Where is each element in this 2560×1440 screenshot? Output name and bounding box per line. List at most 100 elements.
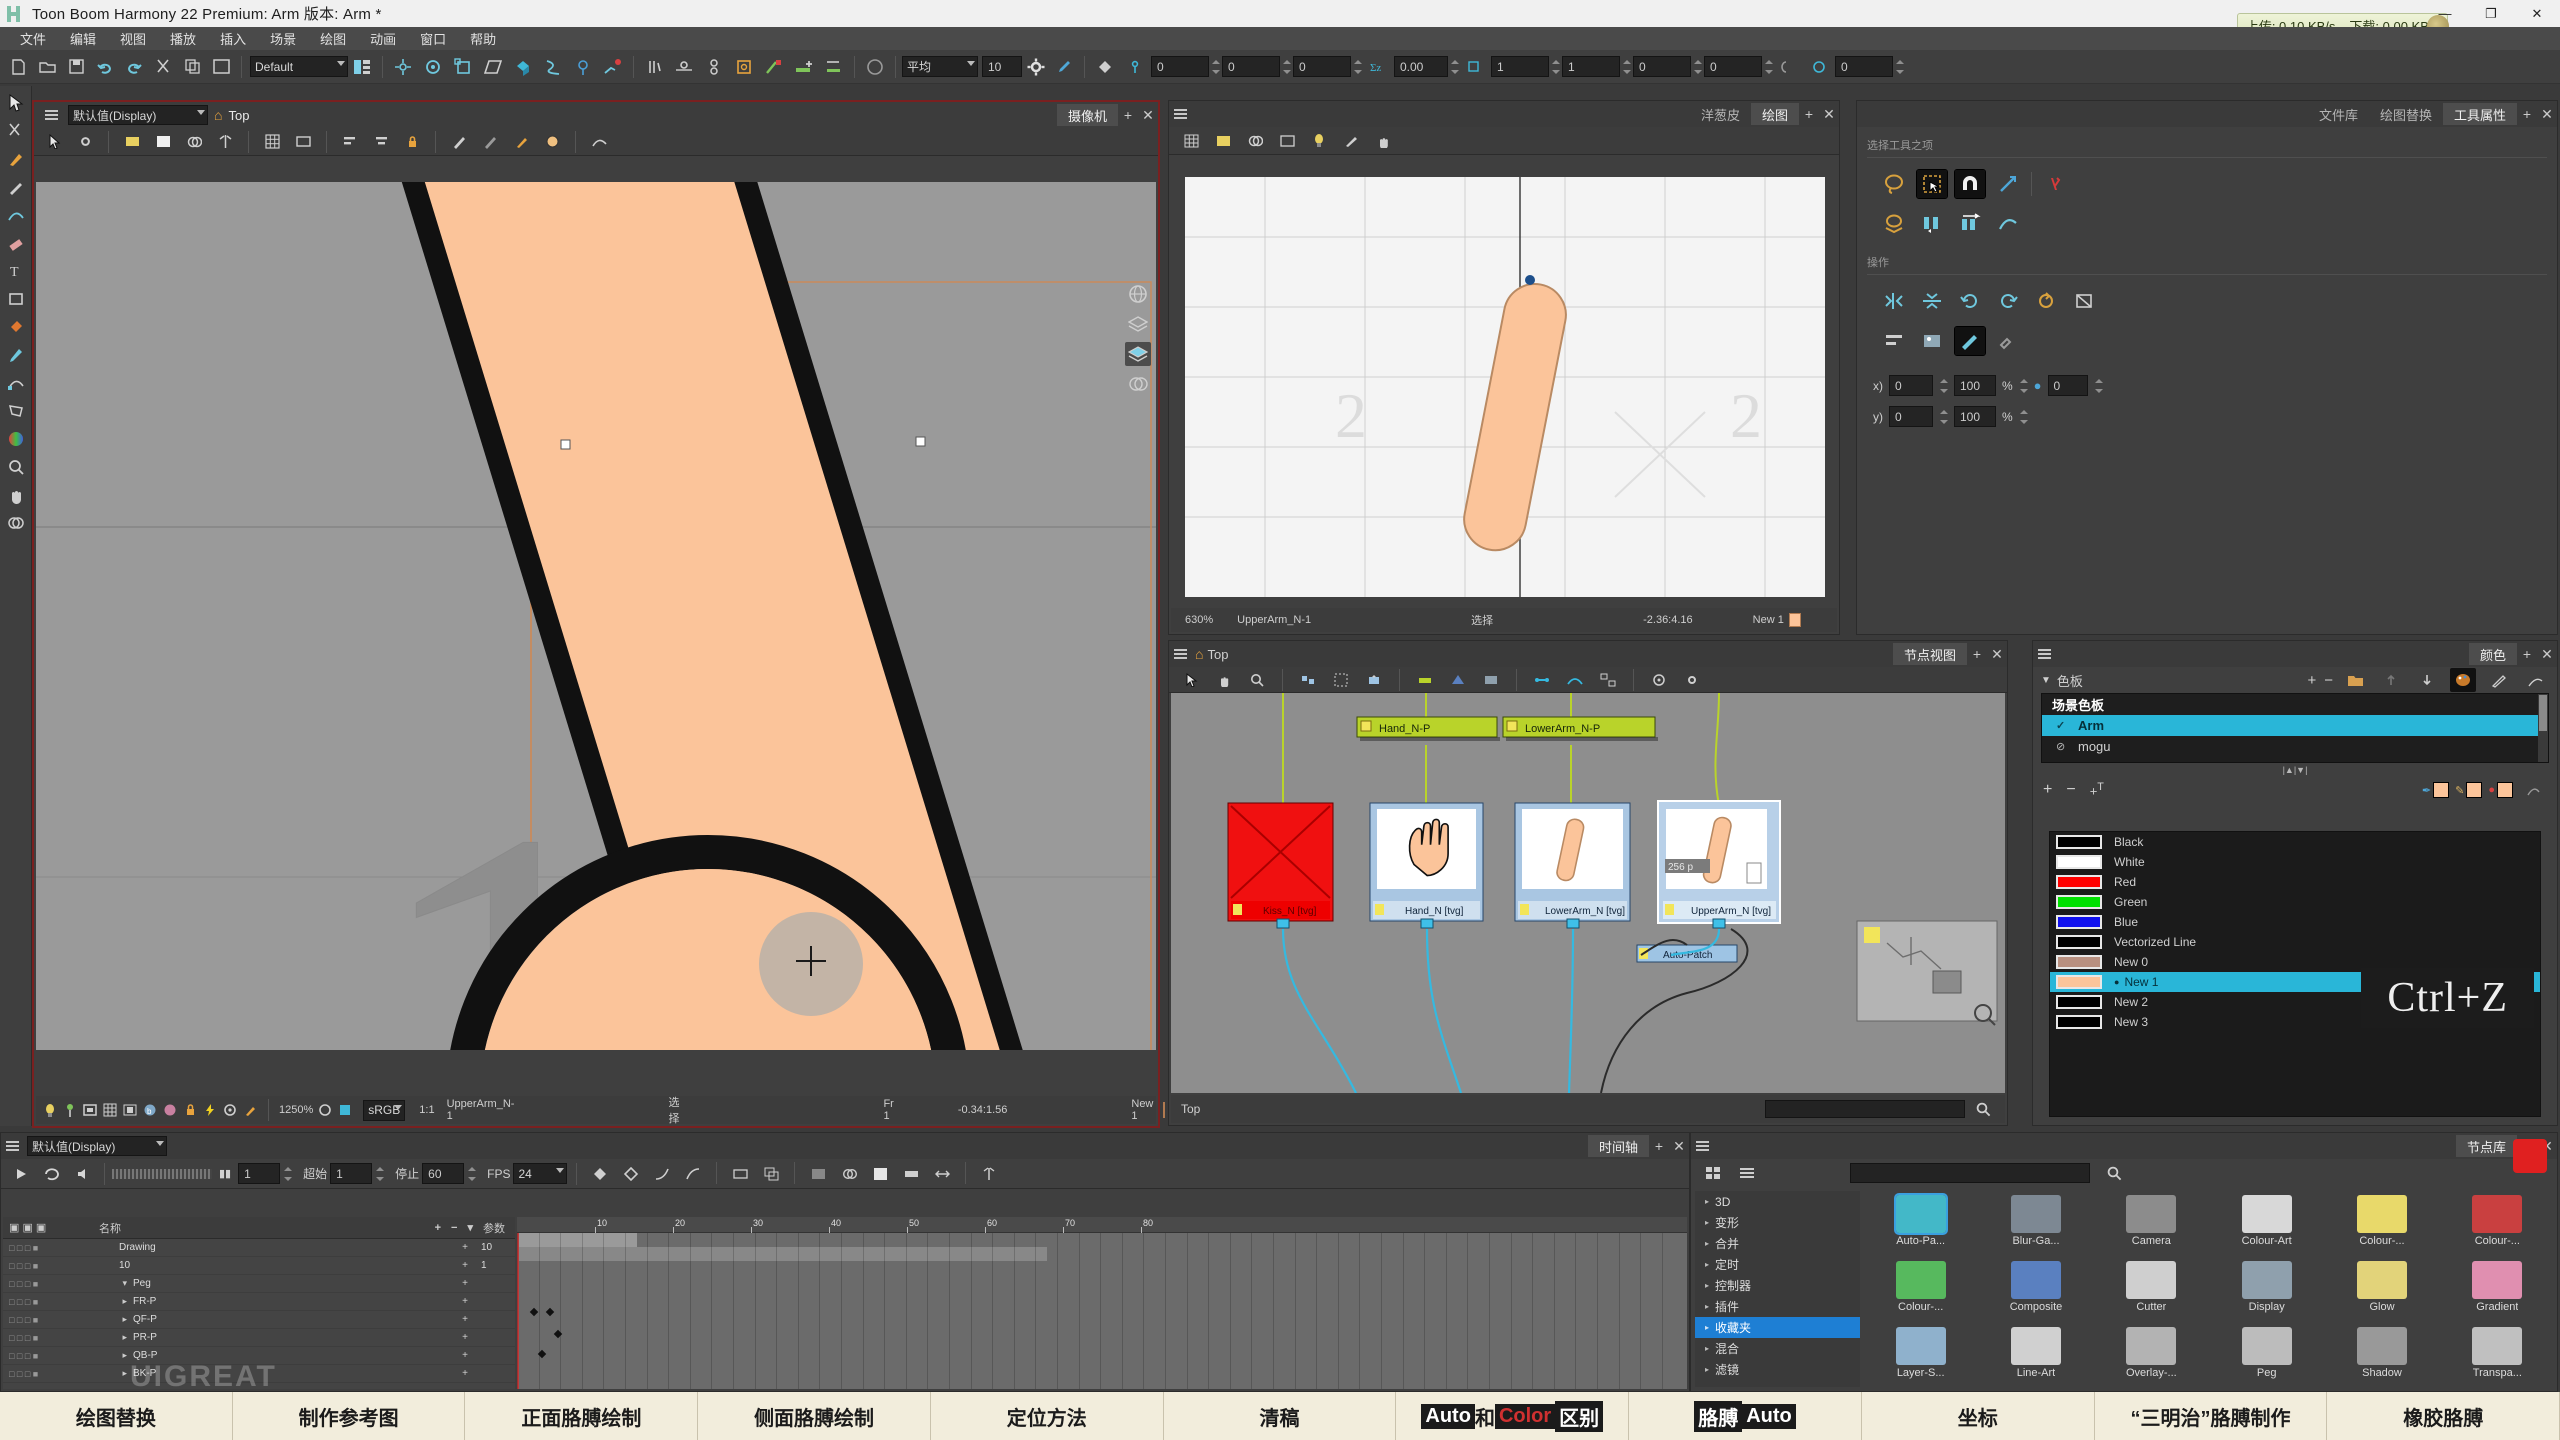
transform-spinner-1[interactable] (1282, 58, 1291, 76)
chapter-item-5[interactable]: 清稿 (1164, 1392, 1397, 1440)
rotate-ccw-icon[interactable] (1955, 287, 1985, 315)
sound-icon[interactable] (70, 1162, 96, 1186)
zoom-reset-icon[interactable] (338, 1098, 352, 1122)
align-icon[interactable] (1879, 327, 1909, 355)
ease-in-icon[interactable] (649, 1162, 675, 1186)
x-field[interactable]: 0 (1889, 375, 1933, 396)
select-icon[interactable] (1178, 668, 1204, 692)
snap-contour-icon[interactable] (1993, 170, 2023, 198)
grid-view-icon[interactable] (1700, 1161, 1726, 1185)
y-percent-field[interactable]: 100 (1954, 406, 1996, 427)
transform-field-last[interactable]: 0 (1835, 56, 1893, 77)
up-arrow-icon[interactable] (2378, 668, 2404, 692)
palette-icon[interactable] (2450, 668, 2476, 692)
menu-item-1[interactable]: 编辑 (58, 27, 108, 50)
rotation-icon[interactable] (1806, 55, 1832, 79)
rotate-free-icon[interactable] (2031, 287, 2061, 315)
pencil-tool-icon[interactable] (3, 174, 29, 200)
menu-item-5[interactable]: 场景 (258, 27, 308, 50)
tab-node-view[interactable]: 节点视图 (1892, 643, 1967, 665)
lock-icon[interactable] (183, 1100, 197, 1120)
add-view-button[interactable]: + (2517, 106, 2537, 122)
layer-add-param-button[interactable]: + (455, 1368, 475, 1379)
onion-icon[interactable] (181, 130, 207, 154)
lock-ratio-icon[interactable] (1776, 55, 1802, 79)
flip-vertical-icon[interactable] (1955, 210, 1985, 238)
node-library-item-4[interactable]: Colour-... (2326, 1191, 2437, 1255)
transform-spinner-3[interactable] (1450, 58, 1459, 76)
node-library-item-15[interactable]: Peg (2211, 1323, 2322, 1387)
search-icon[interactable] (1970, 1097, 1996, 1121)
colour-wheel-icon[interactable] (3, 426, 29, 452)
layer-toggles[interactable]: □ □ □ ■ (3, 1261, 99, 1271)
node-category-1[interactable]: ▸ 变形 (1695, 1212, 1860, 1233)
layer-add-param-button[interactable]: + (455, 1242, 475, 1253)
panel-menu-icon[interactable] (1691, 1136, 1713, 1156)
remove-palette-button[interactable]: − (2324, 672, 2333, 689)
add-text-colour-button[interactable]: +T (2090, 781, 2104, 798)
stop-field[interactable]: 60 (422, 1163, 465, 1184)
bounding-box-icon[interactable] (731, 55, 757, 79)
transform-icon[interactable] (450, 55, 476, 79)
layer-toggles[interactable]: □ □ □ ■ (3, 1315, 99, 1325)
3d-transform-icon[interactable] (510, 55, 536, 79)
panel-menu-icon[interactable] (2033, 644, 2055, 664)
remove-colour-button[interactable]: − (2066, 781, 2075, 799)
perspective-tool-icon[interactable] (3, 398, 29, 424)
hand-tool-icon[interactable] (3, 482, 29, 508)
close-view-button[interactable]: ✕ (1669, 1138, 1689, 1155)
close-view-button[interactable]: ✕ (1987, 646, 2007, 663)
timeline-ruler[interactable]: 10 20 30 40 50 60 70 80 (517, 1217, 1687, 1233)
marquee-select-icon[interactable] (1916, 169, 1948, 199)
node-library-item-6[interactable]: Colour-... (1865, 1257, 1976, 1321)
paint-swatch[interactable]: ● (2488, 782, 2513, 798)
layer-options-button[interactable]: ▾ (467, 1221, 473, 1234)
spline-icon[interactable] (540, 55, 566, 79)
menu-item-4[interactable]: 插入 (208, 27, 258, 50)
current-frame-field[interactable]: 1 (238, 1163, 281, 1184)
dropper-tool-icon[interactable] (3, 342, 29, 368)
node-library-categories[interactable]: ▸ 3D ▸ 变形 ▸ 合并 ▸ 定时 ▸ 控制器 ▸ 插件 ▸ 收藏夹 ▸ 混合 ▸ 滤镜 (1695, 1191, 1860, 1387)
lightning-icon[interactable] (203, 1100, 217, 1120)
chapter-item-8[interactable]: 坐标 (1862, 1392, 2095, 1440)
node-library-item-11[interactable]: Gradient (2442, 1257, 2553, 1321)
thumb-icon[interactable] (805, 1162, 831, 1186)
transform-field-3[interactable]: 0.00 (1394, 56, 1448, 77)
node-library-item-12[interactable]: Layer-S... (1865, 1323, 1976, 1387)
repair-icon[interactable] (1993, 327, 2023, 355)
snap-magnet-icon[interactable] (1954, 169, 1986, 199)
panel-menu-icon[interactable] (1169, 104, 1191, 124)
display-icon[interactable] (1478, 668, 1504, 692)
cut-icon[interactable] (150, 55, 176, 79)
chapter-item-9[interactable]: “三明治”胳膊制作 (2095, 1392, 2328, 1440)
select-icon[interactable] (41, 130, 67, 154)
delete-selection-icon[interactable] (2040, 170, 2070, 198)
menu-item-6[interactable]: 绘图 (308, 27, 358, 50)
brush-size-icon[interactable] (862, 55, 888, 79)
colour-marker-icon[interactable] (761, 55, 787, 79)
eyedropper-icon[interactable] (1051, 55, 1077, 79)
paste-icon[interactable] (208, 55, 234, 79)
layer-toggles[interactable]: □ □ □ ■ (3, 1369, 99, 1379)
node-category-5[interactable]: ▸ 插件 (1695, 1296, 1860, 1317)
reference-icon[interactable] (1274, 129, 1300, 153)
deform-icon[interactable] (570, 55, 596, 79)
swatch-row-0[interactable]: Black (2050, 832, 2540, 852)
node-category-2[interactable]: ▸ 合并 (1695, 1233, 1860, 1254)
pivot-dual-icon[interactable] (701, 55, 727, 79)
matte-view-icon[interactable] (150, 130, 176, 154)
pen-icon[interactable] (446, 130, 472, 154)
tab-node-library[interactable]: 节点库 (2455, 1135, 2517, 1157)
transform-field-4[interactable]: 1 (1491, 56, 1549, 77)
x-percent-spinner[interactable] (2019, 377, 2028, 395)
node-library-item-3[interactable]: Colour-Art (2211, 1191, 2322, 1255)
pen-palette-icon[interactable] (2486, 668, 2512, 692)
pencil-lines-icon[interactable] (1954, 326, 1986, 356)
layer-add-param-button[interactable]: + (455, 1260, 475, 1271)
colour-space-icon[interactable]: b (143, 1100, 157, 1120)
close-button[interactable]: ✕ (2514, 0, 2560, 27)
pen-mode-combo[interactable]: 平均 (902, 56, 978, 77)
node-library-items[interactable]: Auto-Pa... Blur-Ga... Camera Colour-Art Colo… (1865, 1191, 2553, 1387)
hand-icon[interactable] (1370, 129, 1396, 153)
node-category-3[interactable]: ▸ 定时 (1695, 1254, 1860, 1275)
